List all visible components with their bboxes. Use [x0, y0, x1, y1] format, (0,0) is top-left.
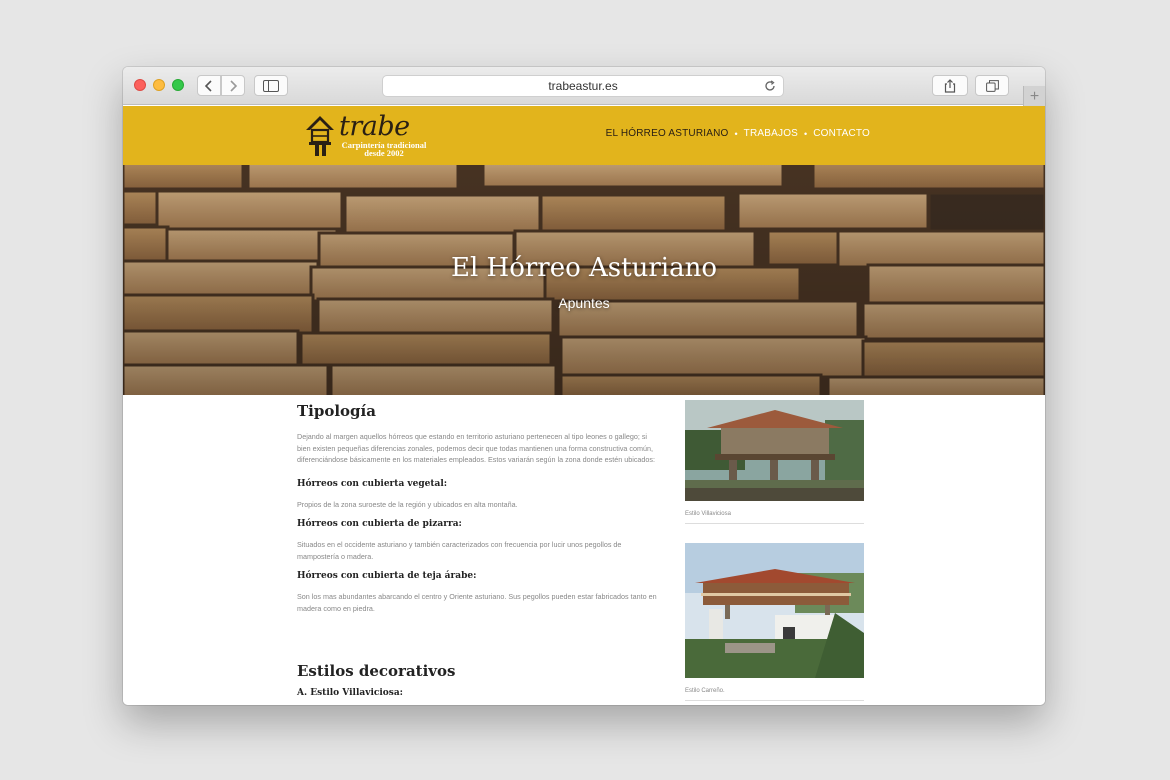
logo-tagline-line2: desde 2002 [364, 148, 404, 158]
site-header: TRABE Carpintería tradicional desde 2002… [123, 106, 1045, 165]
sidebar-toggle-button[interactable] [254, 75, 288, 96]
nav-item-horreo[interactable]: EL HÓRREO ASTURIANO [606, 128, 729, 139]
photo-caption: Estilo Carreño. [685, 688, 725, 694]
hero-title: El Hórreo Asturiano [450, 253, 717, 283]
hero-banner: El Hórreo Asturiano Apuntes [123, 165, 1045, 395]
main-nav: EL HÓRREO ASTURIANO • TRABAJOS • CONTACT… [606, 128, 870, 139]
close-window-button[interactable] [134, 79, 146, 91]
nav-item-trabajos[interactable]: TRABAJOS [744, 128, 798, 139]
new-tab-button[interactable]: + [1023, 86, 1045, 107]
nav-item-contacto[interactable]: CONTACTO [813, 128, 870, 139]
sidebar-icon [263, 79, 279, 92]
photo-carreno[interactable] [685, 543, 864, 678]
tab-overview-button[interactable] [975, 75, 1009, 96]
share-icon [944, 78, 956, 93]
nav-separator: • [734, 128, 738, 139]
photo-villaviciosa[interactable] [685, 400, 864, 501]
photo-caption: Estilo Villaviciosa [685, 511, 731, 517]
address-bar[interactable]: trabeastur.es [382, 75, 784, 97]
chevron-left-icon [204, 79, 212, 92]
web-page: TRABE Carpintería tradicional desde 2002… [123, 106, 1045, 705]
type-heading: Hórreos con cubierta vegetal: [297, 478, 448, 489]
horreo-logo-icon [306, 116, 334, 156]
intro-paragraph: Dejando al margen aquellos hórreos que e… [297, 432, 655, 464]
browser-window: trabeastur.es + TRABE [123, 67, 1045, 705]
hero-subtitle: Apuntes [558, 295, 610, 311]
divider [685, 523, 864, 524]
chevron-right-icon [230, 79, 238, 92]
url-text: trabeastur.es [548, 79, 618, 93]
section-title-tipologia: Tipología [297, 402, 376, 420]
article-content: Tipología Dejando al margen aquellos hór… [297, 402, 657, 623]
type-text: Son los mas abundantes abarcando el cent… [297, 592, 657, 613]
reload-icon[interactable] [764, 80, 776, 92]
logo-wordmark: TRABE [339, 111, 410, 142]
logo-tagline: Carpintería tradicional desde 2002 [336, 141, 432, 158]
style-heading-villaviciosa: A. Estilo Villaviciosa: [297, 688, 403, 698]
share-button[interactable] [932, 75, 968, 96]
type-heading: Hórreos con cubierta de pizarra: [297, 519, 462, 529]
type-text: Propios de la zona suroeste de la región… [297, 499, 518, 509]
type-heading: Hórreos con cubierta de teja árabe: [297, 571, 477, 581]
section-title-estilos: Estilos decorativos [297, 662, 456, 680]
horreo-photo-image [685, 543, 864, 678]
minimize-window-button[interactable] [153, 79, 165, 91]
tabs-icon [985, 79, 999, 92]
site-logo[interactable]: TRABE Carpintería tradicional desde 2002 [303, 111, 433, 160]
divider [685, 700, 864, 701]
photo-sidebar: Estilo Villaviciosa Estilo Carreño. [685, 400, 864, 701]
nav-separator: • [804, 128, 808, 139]
horreo-photo-image [685, 400, 864, 501]
browser-toolbar: trabeastur.es + [123, 67, 1045, 107]
forward-button[interactable] [221, 75, 245, 96]
zoom-window-button[interactable] [172, 79, 184, 91]
back-button[interactable] [197, 75, 221, 96]
type-text: Situados en el occidente asturiano y tam… [297, 540, 622, 561]
